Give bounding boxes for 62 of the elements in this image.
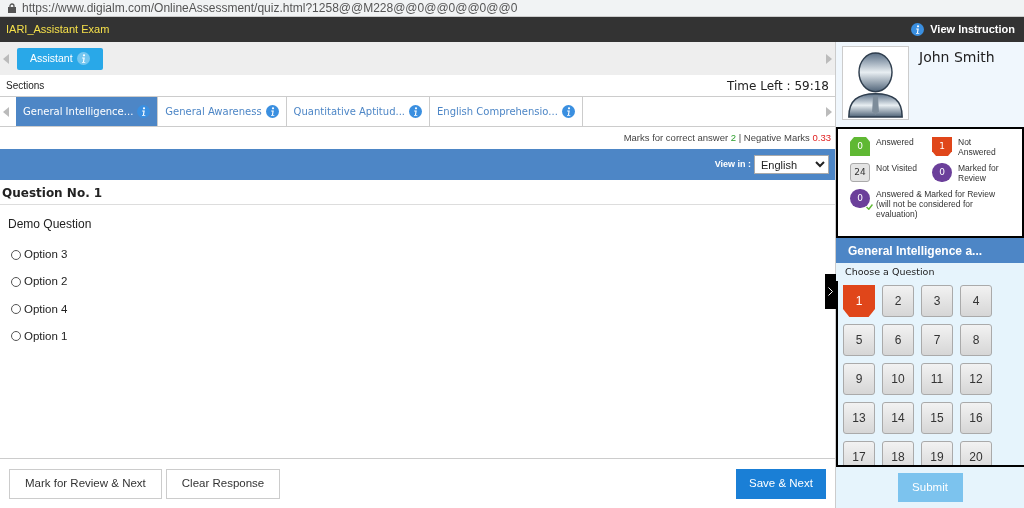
collapse-panel-button[interactable] bbox=[825, 274, 836, 309]
palette-section-title: General Intelligence a... bbox=[836, 238, 1024, 263]
question-text: Demo Question bbox=[8, 216, 93, 233]
option-radio[interactable] bbox=[11, 304, 21, 315]
question-number-button[interactable]: 17 bbox=[843, 441, 875, 465]
view-instruction-link[interactable]: View Instruction bbox=[911, 21, 1018, 38]
option-label[interactable]: Option 4 bbox=[24, 300, 68, 318]
clear-response-button[interactable]: Clear Response bbox=[165, 468, 281, 499]
question-number-button[interactable]: 8 bbox=[960, 324, 992, 356]
status-badge: 0 bbox=[932, 163, 952, 182]
mark-for-review-button[interactable]: Mark for Review & Next bbox=[9, 468, 162, 499]
question-number-button[interactable]: 12 bbox=[960, 363, 992, 395]
scroll-right-icon[interactable] bbox=[826, 106, 832, 117]
question-number-button[interactable]: 18 bbox=[882, 441, 914, 465]
option-label[interactable]: Option 2 bbox=[24, 273, 68, 291]
question-number-button[interactable]: 9 bbox=[843, 363, 875, 395]
legend-label: Answered bbox=[876, 137, 915, 147]
question-number-button[interactable]: 20 bbox=[960, 441, 992, 465]
question-number-button[interactable]: 15 bbox=[921, 402, 953, 434]
question-number-button[interactable]: 2 bbox=[882, 285, 914, 317]
section-tab[interactable]: General Intelligence... bbox=[16, 97, 159, 126]
sections-label: Sections bbox=[6, 79, 45, 93]
legend-label: Marked for Review bbox=[958, 163, 1000, 183]
legend-label: Not Visited bbox=[876, 163, 918, 173]
check-icon bbox=[866, 204, 873, 210]
option-label[interactable]: Option 1 bbox=[24, 327, 68, 345]
choose-question-label: Choose a Question bbox=[844, 264, 936, 279]
language-dropdown[interactable]: English bbox=[754, 155, 829, 174]
option-radio[interactable] bbox=[11, 249, 21, 260]
question-number-button[interactable]: 4 bbox=[960, 285, 992, 317]
legend-label: Not Answered bbox=[958, 137, 997, 157]
question-number: Question No. 1 bbox=[2, 185, 103, 202]
scroll-left-icon[interactable] bbox=[3, 106, 9, 117]
legend-label: Answered & Marked for Review (will not be considered for evaluation) bbox=[876, 189, 997, 219]
status-badge: 1 bbox=[932, 137, 952, 156]
candidate-name: John Smith bbox=[919, 48, 995, 67]
view-in-label: View in : bbox=[714, 157, 751, 171]
question-number-button[interactable]: 10 bbox=[882, 363, 914, 395]
status-badge: 24 bbox=[850, 163, 870, 182]
question-number-button[interactable]: 11 bbox=[921, 363, 953, 395]
question-number-button[interactable]: 13 bbox=[843, 402, 875, 434]
question-number-button[interactable]: 19 bbox=[921, 441, 953, 465]
info-icon[interactable] bbox=[911, 23, 925, 36]
question-number-button[interactable]: 5 bbox=[843, 324, 875, 356]
question-number-button[interactable]: 1 bbox=[843, 285, 875, 317]
chevron-right-icon bbox=[828, 287, 833, 296]
option-radio[interactable] bbox=[11, 276, 21, 287]
question-number-button[interactable]: 16 bbox=[960, 402, 992, 434]
status-badge: 0 bbox=[850, 189, 870, 208]
save-and-next-button[interactable]: Save & Next bbox=[736, 468, 826, 499]
question-number-button[interactable]: 3 bbox=[921, 285, 953, 317]
question-number-button[interactable]: 6 bbox=[882, 324, 914, 356]
question-number-button[interactable]: 14 bbox=[882, 402, 914, 434]
avatar-icon bbox=[842, 46, 909, 120]
lock-icon bbox=[8, 3, 16, 13]
exam-title: IARI_Assistant Exam bbox=[6, 22, 110, 38]
marks-info: Marks for correct answer 2 | Negative Marks 0.33 bbox=[623, 130, 831, 145]
question-number-button[interactable]: 7 bbox=[921, 324, 953, 356]
option-radio[interactable] bbox=[11, 331, 21, 342]
time-left: Time Left : 59:18 bbox=[727, 77, 829, 95]
option-label[interactable]: Option 3 bbox=[24, 246, 68, 264]
status-badge: 0 bbox=[850, 137, 870, 156]
